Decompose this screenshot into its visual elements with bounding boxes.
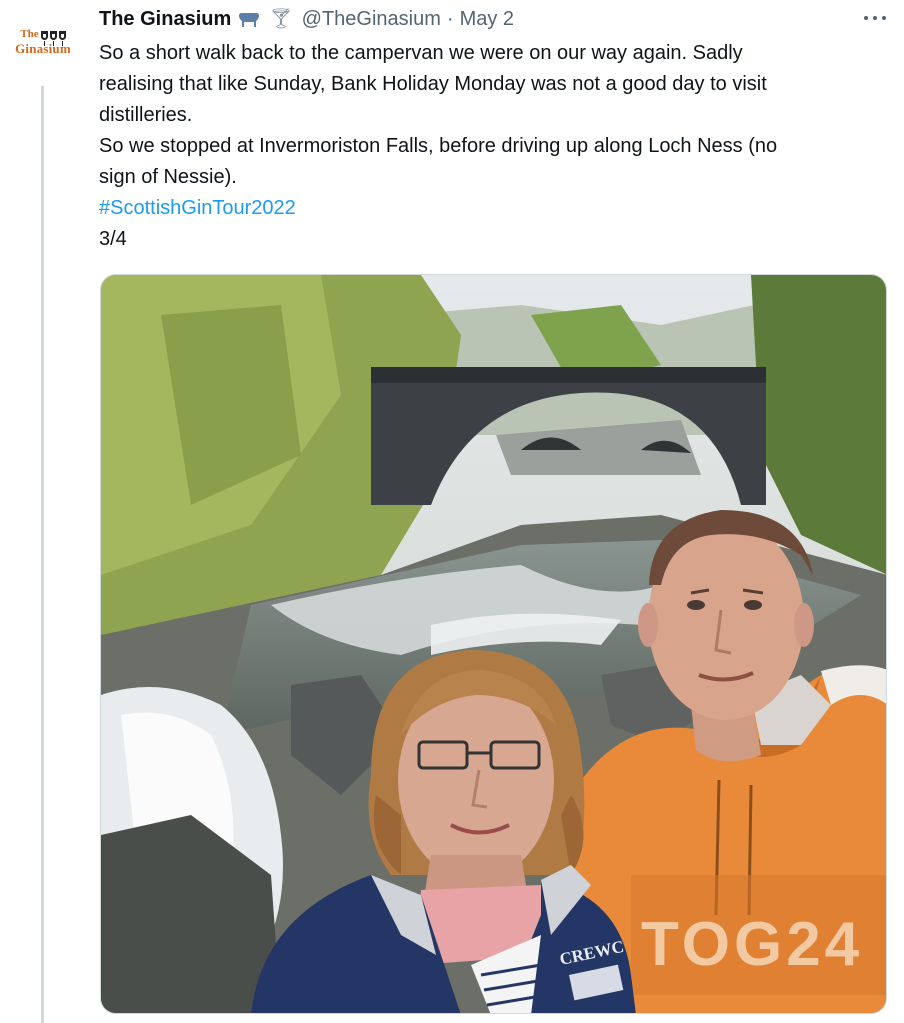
thread-line bbox=[41, 86, 44, 1023]
tweet-line: So a short walk back to the campervan we… bbox=[99, 42, 743, 64]
tweet-line: sign of Nessie). bbox=[99, 166, 237, 188]
tweet-text: So a short walk back to the campervan we… bbox=[99, 38, 899, 255]
cocktail-glass-icon bbox=[58, 31, 66, 46]
tweet-header: The Ginasium 🍸︎ @TheGinasium · May 2 bbox=[99, 5, 514, 33]
tweet-line: So we stopped at Invermoriston Falls, be… bbox=[99, 135, 778, 157]
gin-glass-icon bbox=[49, 31, 57, 46]
photo-illustration: TOG24 CREWC bbox=[101, 275, 886, 1013]
name-emojis: 🍸︎ bbox=[238, 8, 294, 30]
avatar-logo-top: The bbox=[8, 22, 78, 46]
martini-icon: 🍸︎ bbox=[268, 8, 294, 30]
avatar-logo-the: The bbox=[20, 28, 39, 40]
vat-icon bbox=[238, 10, 260, 28]
avatar[interactable]: The Ginasium bbox=[8, 22, 78, 62]
hashtag-link[interactable]: #ScottishGinTour2022 bbox=[99, 197, 296, 219]
tweet-line: realising that like Sunday, Bank Holiday… bbox=[99, 73, 767, 95]
separator-dot: · bbox=[446, 7, 454, 30]
more-options-icon[interactable] bbox=[860, 7, 890, 29]
hoodie-text: TOG24 bbox=[641, 910, 863, 979]
user-handle[interactable]: @TheGinasium bbox=[302, 8, 441, 31]
tweet-date[interactable]: May 2 bbox=[460, 8, 514, 31]
tweet-photo[interactable]: TOG24 CREWC bbox=[100, 274, 887, 1014]
tweet-line: distilleries. bbox=[99, 104, 193, 126]
thread-counter: 3/4 bbox=[99, 228, 127, 250]
wine-glass-icon bbox=[40, 31, 48, 46]
display-name[interactable]: The Ginasium bbox=[99, 8, 231, 31]
